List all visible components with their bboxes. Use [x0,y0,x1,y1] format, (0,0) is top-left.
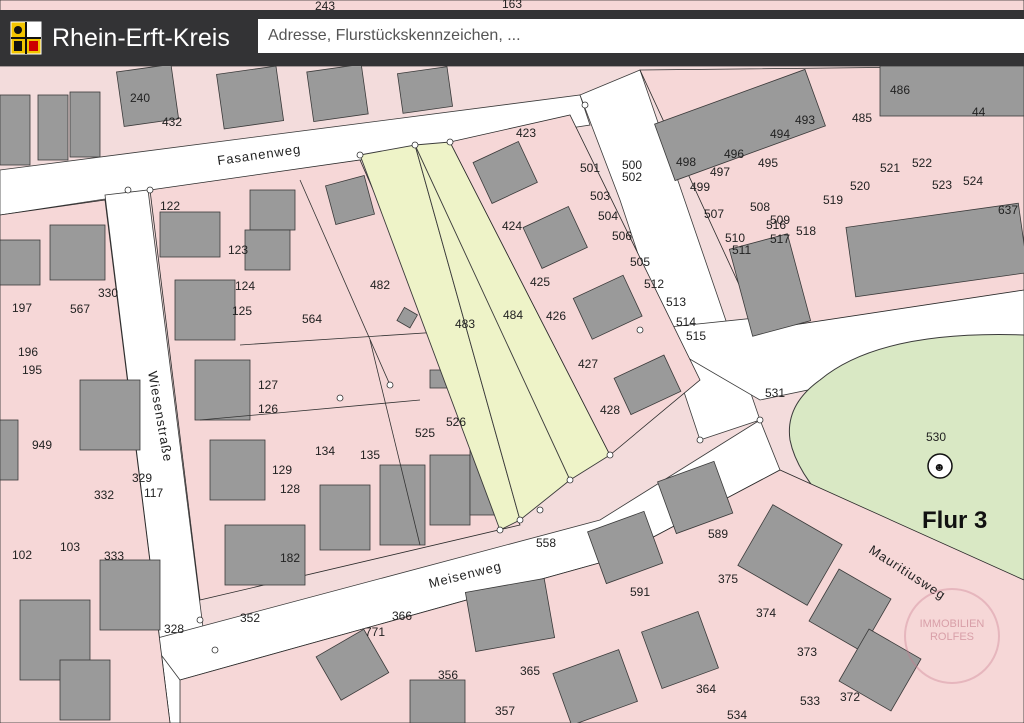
parcel-label: 501 [580,161,600,175]
parcel-label: 357 [495,704,515,718]
parcel-label: 771 [365,625,385,639]
parcel-label: 567 [70,302,90,316]
parcel-label: 591 [630,585,650,599]
parcel-label: 508 [750,200,770,214]
watermark-logo: IMMOBILIEN ROLFES [904,588,1000,684]
parcel-label: 364 [696,682,716,696]
parcel-label: 515 [686,329,706,343]
parcel-label: 521 [880,161,900,175]
parcel-label: 482 [370,278,390,292]
parcel-label: 197 [12,301,32,315]
parcel-label: 427 [578,357,598,371]
parcel-label: 330 [98,286,118,300]
parcel-label: 124 [235,279,255,293]
parcel-label: 534 [727,708,747,722]
parcel-label: 511 [732,243,751,257]
parcel-label: 523 [932,178,952,192]
parcel-label: 530 [926,430,946,444]
parcel-label: 518 [796,224,816,238]
parcel-label: 44 [972,105,986,119]
parcel-label: 517 [770,232,790,246]
parcel-label: 507 [704,207,724,221]
parcel-label: 499 [690,180,710,194]
parcel-label: 589 [708,527,728,541]
parcel-label: 126 [258,402,278,416]
parcel-label: 240 [130,91,150,105]
parcel-label: 558 [536,536,556,550]
app-title[interactable]: Rhein-Erft-Kreis [52,24,230,53]
parcel-label: 196 [18,345,38,359]
parcel-label: 125 [232,304,252,318]
parcel-label: 505 [630,255,650,269]
parcel-label: 127 [258,378,278,392]
parcel-label: 423 [516,126,536,140]
parcel-label: 495 [758,156,778,170]
parcel-label: 498 [676,155,696,169]
parcel-label: 494 [770,127,790,141]
coat-of-arms-icon[interactable] [10,21,42,55]
parcel-label: 513 [666,295,686,309]
parcel-label: 366 [392,609,412,623]
parcel-label: 432 [162,115,182,129]
flur-label: Flur 3 [922,507,988,534]
parcel-label: 356 [438,668,458,682]
parcel-label: 522 [912,156,932,170]
parcel-label: 128 [280,482,300,496]
parcel-label: 503 [590,189,610,203]
parcel-label: 486 [890,83,910,97]
parcel-label: 374 [756,606,776,620]
parcel-label: 352 [240,611,260,625]
parcel-label: 123 [228,243,248,257]
parcel-label: 564 [302,312,322,326]
parcel-label: 520 [850,179,870,193]
parcel-label: 512 [644,277,664,291]
parcel-label: 372 [840,690,860,704]
parcel-label: 484 [503,308,523,322]
parcel-label: 102 [12,548,32,562]
parcel-label: 182 [280,551,300,565]
parcel-label: 533 [800,694,820,708]
parcel-label: 365 [520,664,540,678]
parcel-label: 103 [60,540,80,554]
parcel-label: 493 [795,113,815,127]
cadastral-map[interactable]: ☻ Fasanenweg Wiesenstraße Meisenweg Maur… [0,0,1024,723]
search-input[interactable] [258,19,1024,53]
parcel-label: 485 [852,111,872,125]
parcel-label: 424 [502,219,522,233]
parcel-label: 329 [132,471,152,485]
parcel-label: 525 [415,426,435,440]
parcel-label: 497 [710,165,730,179]
parcel-label: 516 [766,218,786,232]
parcel-label: 637 [998,203,1018,217]
parcel-label: 502 [622,170,642,184]
parcel-label: 129 [272,463,292,477]
parcel-label: 328 [164,622,184,636]
parcel-label: 949 [32,438,52,452]
parcel-label: 117 [144,486,163,500]
parcel-label: 519 [823,193,843,207]
parcel-label: 375 [718,572,738,586]
parcel-label: 332 [94,488,114,502]
parcel-label: 195 [22,363,42,377]
parcel-label: 531 [765,386,785,400]
parcel-label: 506 [612,229,632,243]
parcel-label: 483 [455,317,475,331]
parcel-label: 514 [676,315,696,329]
parcel-label: 526 [446,415,466,429]
header-bar: Rhein-Erft-Kreis [0,10,1024,66]
parcel-label: 425 [530,275,550,289]
parcel-label: 122 [160,199,180,213]
parcel-label: 426 [546,309,566,323]
parcel-label: 504 [598,209,618,223]
parcel-label: 428 [600,403,620,417]
parcel-label: 373 [797,645,817,659]
parcel-label: 134 [315,444,335,458]
parcel-label: 496 [724,147,744,161]
parcel-label: 333 [104,549,124,563]
playground-icon-glyph: ☻ [933,460,946,474]
parcel-label: 135 [360,448,380,462]
parcel-label: 524 [963,174,983,188]
